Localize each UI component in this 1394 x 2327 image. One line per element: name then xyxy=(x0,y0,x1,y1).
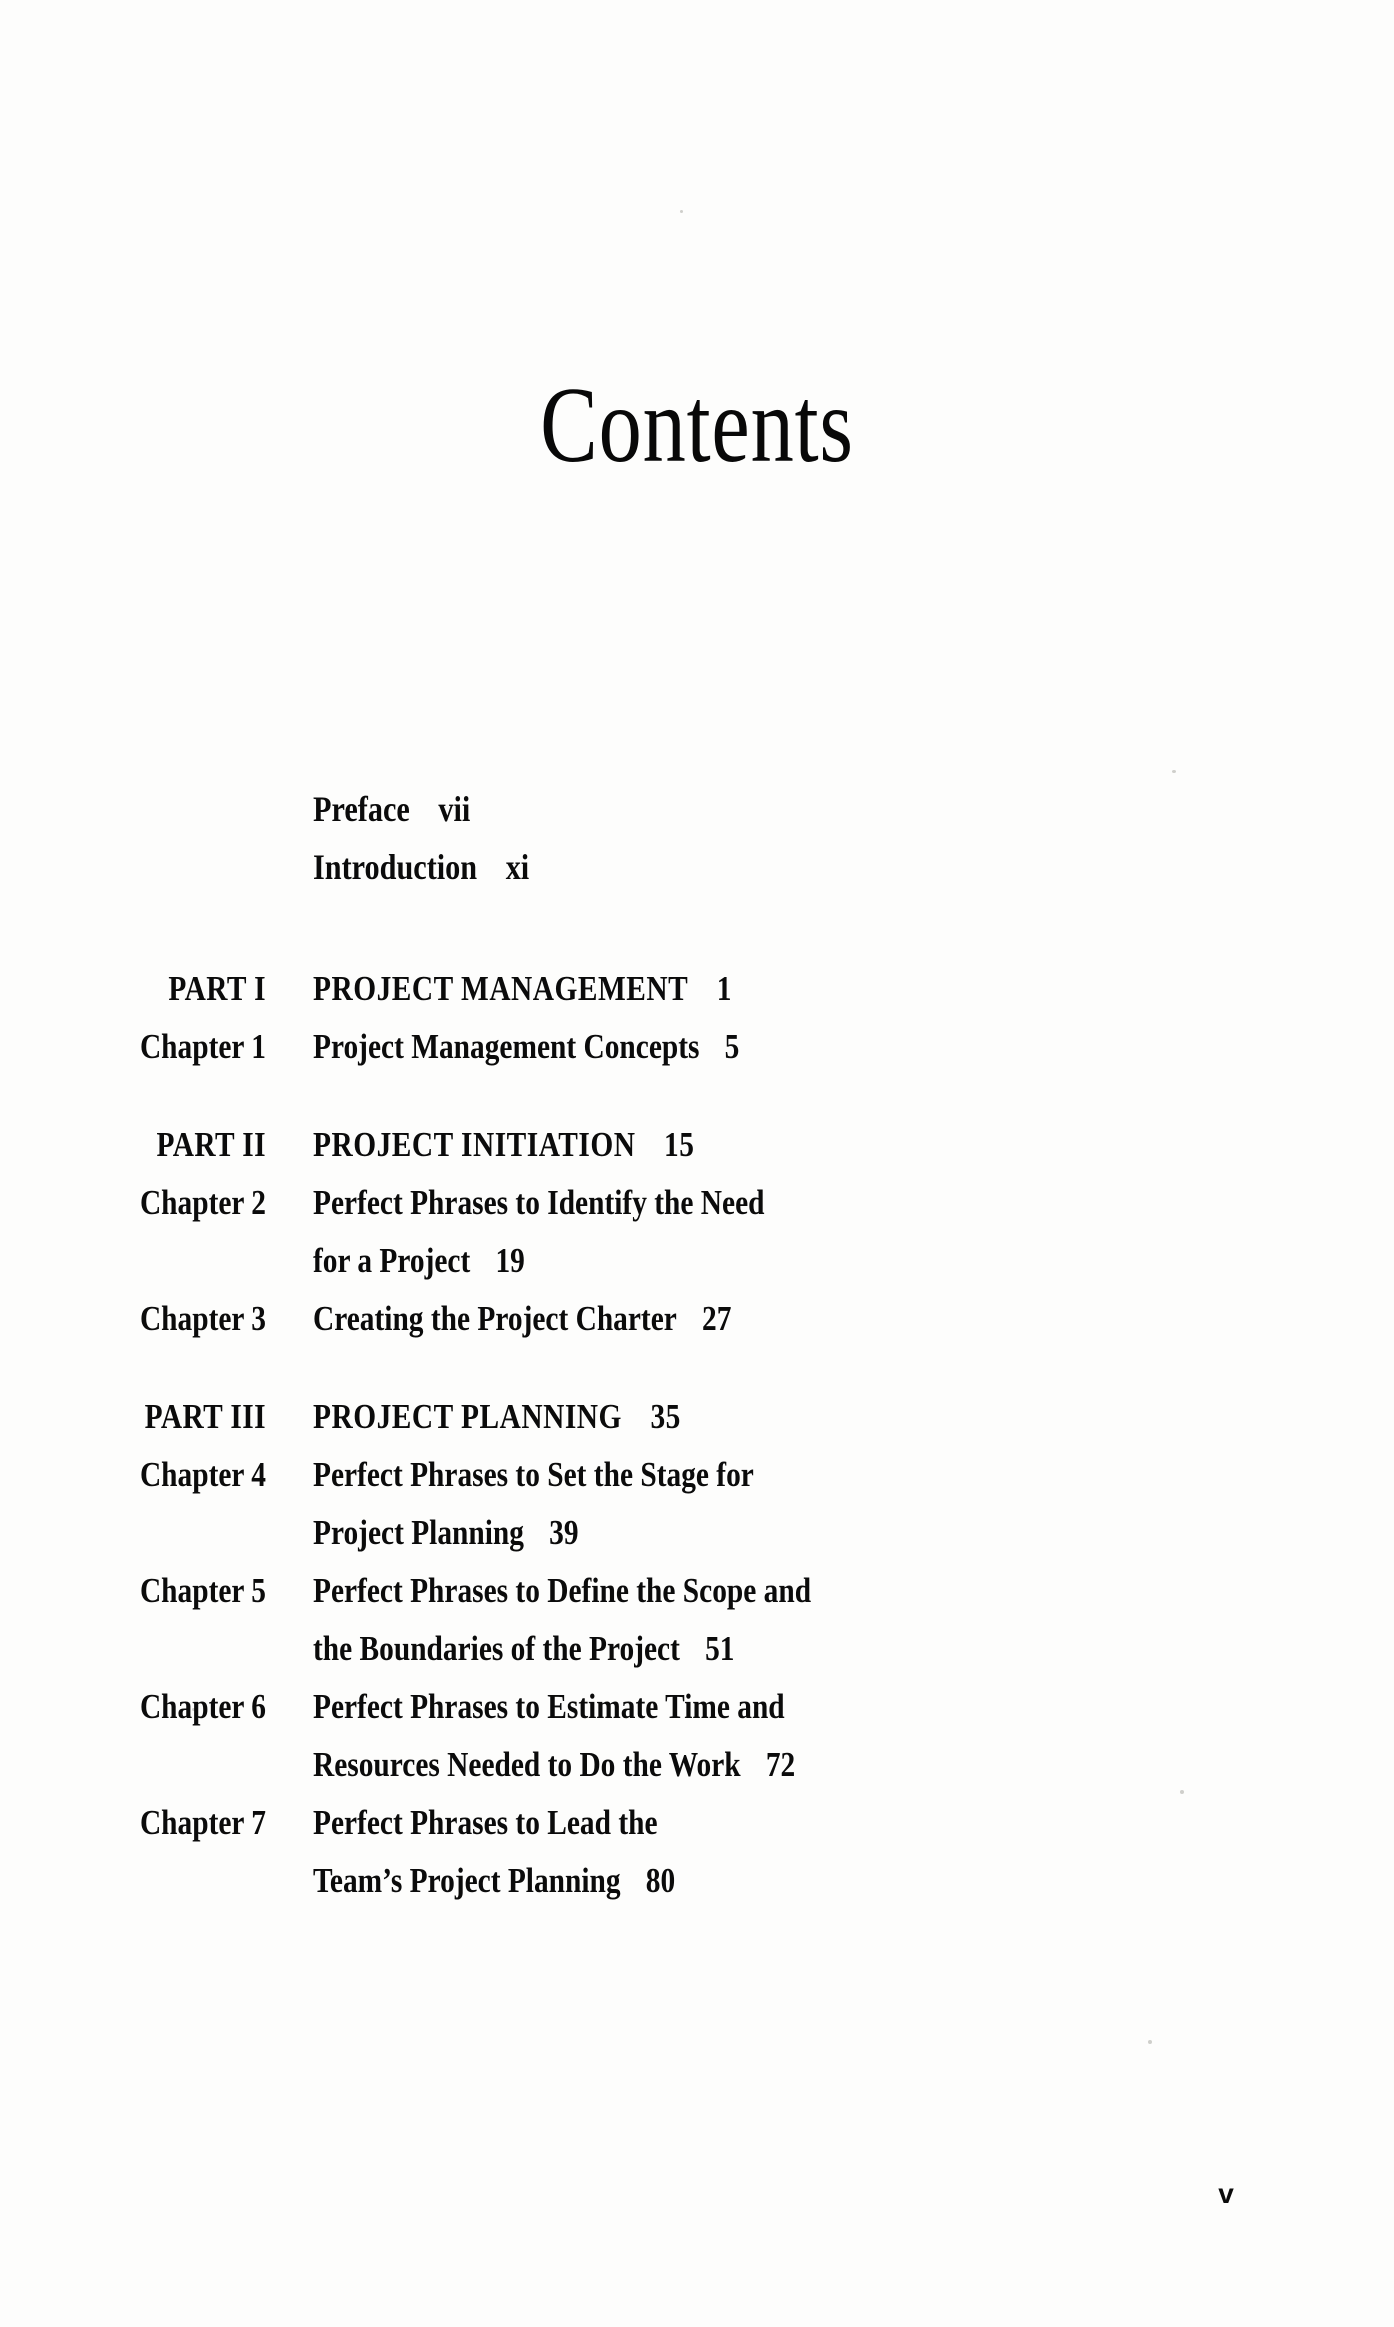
chapter-label: Chapter 2 xyxy=(139,1183,266,1222)
toc-part-group: PART III PROJECT PLANNING 35 Chapter 4 Perfe… xyxy=(0,1388,1394,1910)
chapter-label: Chapter 7 xyxy=(139,1803,266,1842)
frontmatter-entry[interactable]: Introduction xi xyxy=(313,838,901,896)
part-title-line: PROJECT INITIATION 15 xyxy=(313,1116,1221,1174)
frontmatter-list: Preface vii Introduction xi xyxy=(313,780,1013,896)
scan-speckle xyxy=(1148,2040,1152,2044)
chapter-title-column: Perfect Phrases to Identify the Need for … xyxy=(266,1174,1394,1290)
part-title-line: PROJECT MANAGEMENT 1 xyxy=(313,960,1221,1018)
frontmatter-page-number: vii xyxy=(438,789,471,829)
page-title: Contents xyxy=(540,366,854,485)
scan-speckle xyxy=(680,210,683,213)
frontmatter-label: Introduction xyxy=(313,847,478,887)
chapter-title-line: Perfect Phrases to Identify the Need xyxy=(313,1174,1221,1232)
chapter-title-line: Creating the Project Charter 27 xyxy=(313,1290,1221,1348)
part-label: PART I xyxy=(168,969,266,1008)
chapter-title-line: Project Management Concepts 5 xyxy=(313,1018,1221,1076)
chapter-row[interactable]: Chapter 3 Creating the Project Charter 27 xyxy=(0,1290,1394,1348)
part-row[interactable]: PART III PROJECT PLANNING 35 xyxy=(0,1388,1394,1446)
scan-speckle xyxy=(1172,770,1176,773)
chapter-row[interactable]: Chapter 6 Perfect Phrases to Estimate Tim… xyxy=(0,1678,1394,1794)
chapter-label: Chapter 1 xyxy=(139,1027,266,1066)
chapter-title-text: for a Project xyxy=(313,1241,471,1280)
chapter-title-column: Perfect Phrases to Estimate Time and Reso… xyxy=(266,1678,1394,1794)
chapter-title-line: for a Project 19 xyxy=(313,1232,1221,1290)
chapter-label: Chapter 3 xyxy=(139,1299,266,1338)
chapter-row[interactable]: Chapter 5 Perfect Phrases to Define the S… xyxy=(0,1562,1394,1678)
chapter-title-text: Perfect Phrases to Estimate Time and xyxy=(313,1687,785,1726)
page-number: v xyxy=(1218,2178,1234,2209)
part-title-column: PROJECT MANAGEMENT 1 xyxy=(266,960,1394,1018)
chapter-title-text: Creating the Project Charter xyxy=(313,1299,677,1338)
chapter-title-line: Resources Needed to Do the Work 72 xyxy=(313,1736,1221,1794)
part-title-text: PROJECT MANAGEMENT xyxy=(313,969,689,1008)
part-label: PART III xyxy=(144,1397,266,1436)
toc-part-group: PART I PROJECT MANAGEMENT 1 Chapter 1 Projec… xyxy=(0,960,1394,1076)
chapter-page-number: 27 xyxy=(702,1299,732,1338)
part-title-column: PROJECT PLANNING 35 xyxy=(266,1388,1394,1446)
chapter-title-line: Perfect Phrases to Estimate Time and xyxy=(313,1678,1221,1736)
frontmatter-page-number: xi xyxy=(505,847,530,887)
chapter-label: Chapter 5 xyxy=(139,1571,266,1610)
chapter-page-number: 72 xyxy=(765,1745,796,1784)
toc-part-group: PART II PROJECT INITIATION 15 Chapter 2 Perf… xyxy=(0,1116,1394,1348)
chapter-title-text: Perfect Phrases to Identify the Need xyxy=(313,1183,765,1222)
chapter-page-number: 5 xyxy=(724,1027,740,1066)
chapter-title-line: Project Planning 39 xyxy=(313,1504,1221,1562)
chapter-title-column: Creating the Project Charter 27 xyxy=(266,1290,1394,1348)
chapter-title-line: Perfect Phrases to Set the Stage for xyxy=(313,1446,1221,1504)
part-title-column: PROJECT INITIATION 15 xyxy=(266,1116,1394,1174)
chapter-page-number: 51 xyxy=(705,1629,735,1668)
chapter-title-line: Perfect Phrases to Define the Scope and xyxy=(313,1562,1221,1620)
frontmatter-entry[interactable]: Preface vii xyxy=(313,780,901,838)
chapter-title-column: Perfect Phrases to Lead the Team’s Projec… xyxy=(266,1794,1394,1910)
chapter-title-line: the Boundaries of the Project 51 xyxy=(313,1620,1221,1678)
chapter-title-text: Perfect Phrases to Lead the xyxy=(313,1803,658,1842)
chapter-title-text: Perfect Phrases to Define the Scope and xyxy=(313,1571,812,1610)
chapter-title-column: Project Management Concepts 5 xyxy=(266,1018,1394,1076)
chapter-row[interactable]: Chapter 2 Perfect Phrases to Identify the… xyxy=(0,1174,1394,1290)
chapter-label: Chapter 4 xyxy=(139,1455,266,1494)
chapter-title-column: Perfect Phrases to Define the Scope and t… xyxy=(266,1562,1394,1678)
part-row[interactable]: PART II PROJECT INITIATION 15 xyxy=(0,1116,1394,1174)
chapter-title-line: Perfect Phrases to Lead the xyxy=(313,1794,1221,1852)
chapter-page-number: 80 xyxy=(645,1861,676,1900)
part-page-number: 15 xyxy=(664,1125,695,1164)
part-page-number: 1 xyxy=(716,969,733,1008)
chapter-title-text: Resources Needed to Do the Work xyxy=(313,1745,741,1784)
chapter-row[interactable]: Chapter 4 Perfect Phrases to Set the Stag… xyxy=(0,1446,1394,1562)
chapter-title-text: Project Planning xyxy=(313,1513,524,1552)
chapter-label: Chapter 6 xyxy=(139,1687,266,1726)
chapter-page-number: 39 xyxy=(549,1513,579,1552)
chapter-title-text: the Boundaries of the Project xyxy=(313,1629,680,1668)
frontmatter-label: Preface xyxy=(313,789,410,829)
chapter-row[interactable]: Chapter 1 Project Management Concepts 5 xyxy=(0,1018,1394,1076)
chapter-title-text: Perfect Phrases to Set the Stage for xyxy=(313,1455,754,1494)
part-title-text: PROJECT INITIATION xyxy=(313,1125,636,1164)
chapter-page-number: 19 xyxy=(495,1241,525,1280)
part-row[interactable]: PART I PROJECT MANAGEMENT 1 xyxy=(0,960,1394,1018)
toc-entries: PART I PROJECT MANAGEMENT 1 Chapter 1 Projec… xyxy=(0,960,1394,1910)
part-page-number: 35 xyxy=(650,1397,681,1436)
part-title-text: PROJECT PLANNING xyxy=(313,1397,622,1436)
toc-page: Contents Preface vii Introduction xi PART I… xyxy=(0,0,1394,2327)
chapter-title-text: Project Management Concepts xyxy=(313,1027,700,1066)
chapter-title-text: Team’s Project Planning xyxy=(313,1861,621,1900)
chapter-title-line: Team’s Project Planning 80 xyxy=(313,1852,1221,1910)
chapter-row[interactable]: Chapter 7 Perfect Phrases to Lead the Team… xyxy=(0,1794,1394,1910)
part-title-line: PROJECT PLANNING 35 xyxy=(313,1388,1221,1446)
chapter-title-column: Perfect Phrases to Set the Stage for Proj… xyxy=(266,1446,1394,1562)
part-label: PART II xyxy=(156,1125,266,1164)
